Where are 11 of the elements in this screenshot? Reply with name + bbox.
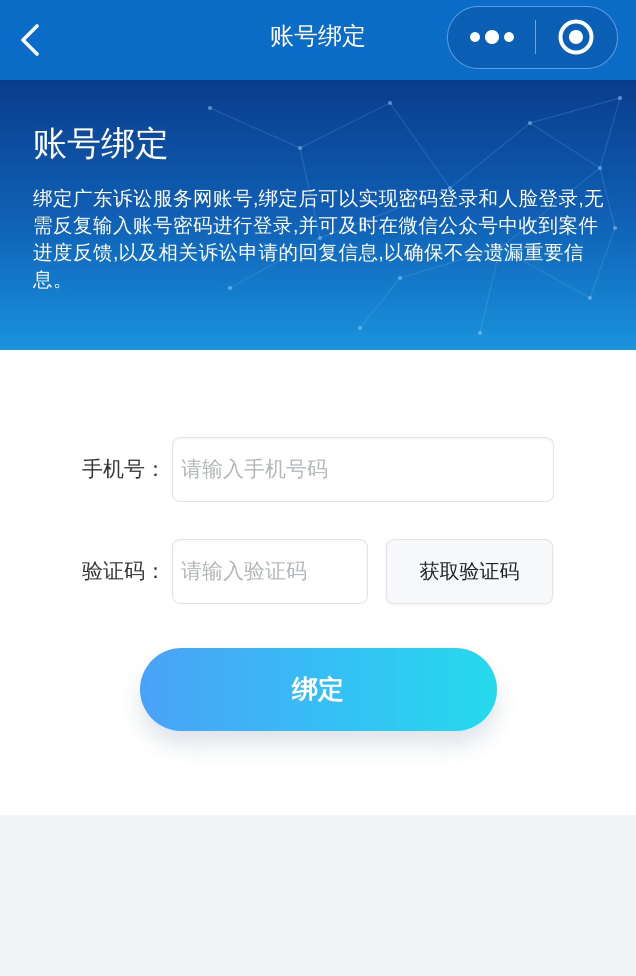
input-field[interactable]: 请输入验证码: [172, 539, 368, 604]
field-label: 验证码：: [82, 558, 167, 585]
get-code-button[interactable]: 获取验证码: [386, 539, 553, 604]
nav-title: 账号绑定: [270, 22, 366, 52]
back-icon[interactable]: [20, 24, 40, 56]
banner-title: 账号绑定: [33, 124, 170, 165]
banner-description: 绑定广东诉讼服务网账号,绑定后可以实现密码登录和人脸登录,无需反复输入账号密码进行登录,并可及时在微信公众号中收到案件进度反馈,以及相关诉讼申请的回复信息,以确保不会遗漏重要信息。: [33, 187, 605, 293]
input-field[interactable]: 请输入手机号码: [172, 437, 554, 502]
more-icon[interactable]: [470, 30, 514, 44]
target-icon[interactable]: [558, 19, 594, 55]
field-label: 手机号：: [82, 456, 167, 483]
